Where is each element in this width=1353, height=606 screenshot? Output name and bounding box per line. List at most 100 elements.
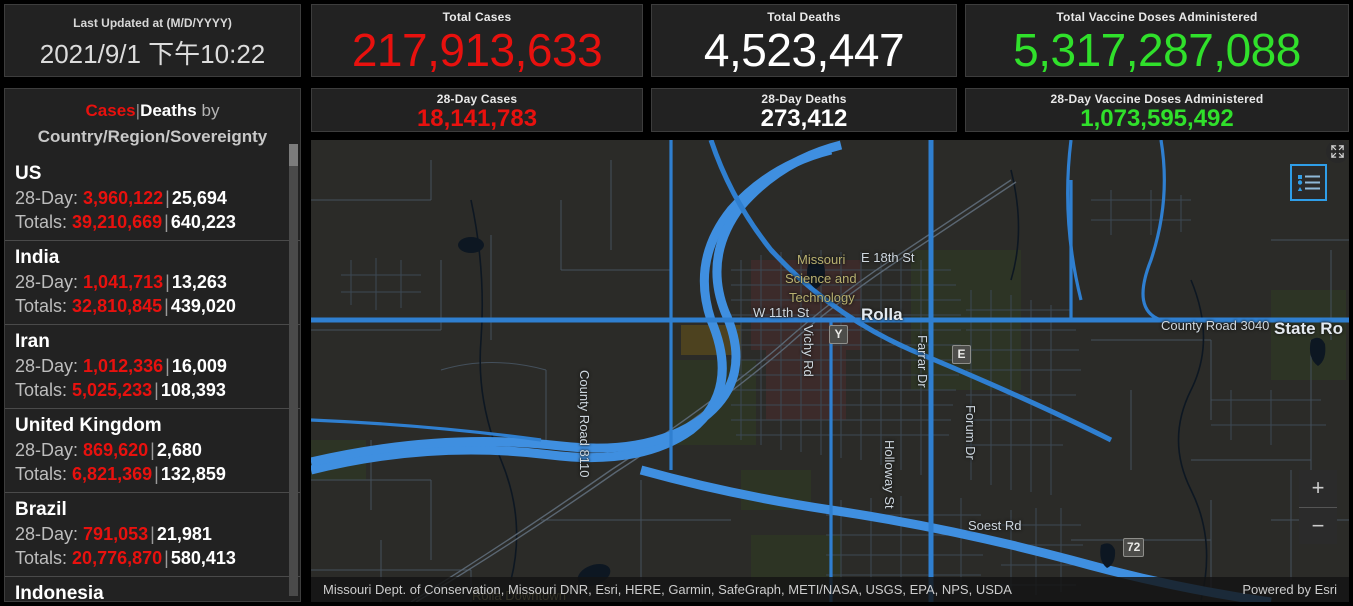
map-fullscreen-button[interactable] bbox=[1326, 140, 1349, 163]
value-separator: | bbox=[164, 296, 169, 316]
country-row[interactable]: Indonesia bbox=[5, 576, 300, 602]
country-name: Indonesia bbox=[15, 583, 104, 602]
total-vaccine-doses-title: Total Vaccine Doses Administered bbox=[1056, 10, 1258, 24]
map-powered-by-esri[interactable]: Powered by Esri bbox=[1242, 582, 1337, 597]
28-day-deaths-title: 28-Day Deaths bbox=[761, 91, 847, 106]
country-totals-line: Totals: 39,210,669 | 640,223 bbox=[15, 210, 300, 234]
28day-cases-value: 3,960,122 bbox=[83, 188, 164, 208]
total-cases-value: 5,025,233 bbox=[72, 380, 153, 400]
country-name: US bbox=[15, 163, 42, 184]
country-row[interactable]: United Kingdom 28-Day: 869,620 | 2,680 Total… bbox=[5, 408, 300, 492]
country-name: Brazil bbox=[15, 499, 67, 520]
28-day-cases-title: 28-Day Cases bbox=[436, 91, 518, 106]
header-by-label: by bbox=[201, 101, 220, 120]
28day-deaths-value: 21,981 bbox=[156, 524, 212, 544]
country-list-panel: Cases | Deaths by Country/Region/Sovereign… bbox=[4, 88, 301, 602]
country-list-header: Cases|Deaths by Country/Region/Sovereign… bbox=[5, 89, 300, 157]
header-scope-label: Country/Region/Sovereignty bbox=[37, 127, 268, 146]
total-deaths-value: 640,223 bbox=[170, 212, 236, 232]
total-deaths-value: 108,393 bbox=[160, 380, 226, 400]
header-deaths-label: Deaths bbox=[140, 101, 197, 120]
map-zoom-in-button[interactable]: + bbox=[1299, 470, 1337, 508]
country-list-scrollbar[interactable] bbox=[289, 144, 298, 596]
country-totals-line: Totals: 32,810,845 | 439,020 bbox=[15, 294, 300, 318]
header-cases-label: Cases bbox=[85, 101, 136, 120]
value-separator: | bbox=[164, 212, 169, 232]
total-vaccine-doses-card: Total Vaccine Doses Administered 5,317,2… bbox=[965, 4, 1349, 77]
highway-shield: E bbox=[952, 345, 971, 364]
map-zoom-controls[interactable]: + − bbox=[1299, 470, 1337, 544]
total-deaths-title: Total Deaths bbox=[767, 10, 841, 24]
country-list[interactable]: US 28-Day: 3,960,122 | 25,694 Totals: 39,210… bbox=[5, 157, 300, 602]
total-cases-value: 217,913,633 bbox=[351, 24, 603, 76]
country-name: India bbox=[15, 247, 60, 268]
country-row[interactable]: India 28-Day: 1,041,713 | 13,263 Totals: 32,… bbox=[5, 240, 300, 324]
total-vaccine-doses-value: 5,317,287,088 bbox=[1013, 24, 1301, 76]
28-day-vaccine-doses-title: 28-Day Vaccine Doses Administered bbox=[1050, 91, 1264, 106]
total-cases-value: 20,776,870 bbox=[72, 548, 163, 568]
28-day-vaccine-doses-value: 1,073,595,492 bbox=[1080, 104, 1234, 132]
scrollbar-thumb[interactable] bbox=[289, 144, 298, 166]
highway-shield: 72 bbox=[1123, 538, 1145, 557]
28day-label: 28-Day: bbox=[15, 272, 79, 292]
28day-cases-value: 869,620 bbox=[83, 440, 149, 460]
total-cases-card: Total Cases 217,913,633 bbox=[311, 4, 643, 77]
totals-label: Totals: bbox=[15, 464, 68, 484]
total-cases-value: 6,821,369 bbox=[72, 464, 153, 484]
value-separator: | bbox=[150, 440, 155, 460]
map-zoom-out-button[interactable]: − bbox=[1299, 508, 1337, 545]
last-updated-value: 2021/9/1 下午10:22 bbox=[39, 39, 266, 69]
total-deaths-value: 132,859 bbox=[160, 464, 226, 484]
total-deaths-card: Total Deaths 4,523,447 bbox=[651, 4, 957, 77]
total-deaths-value: 439,020 bbox=[170, 296, 236, 316]
28day-deaths-value: 16,009 bbox=[171, 356, 227, 376]
28day-cases-value: 1,041,713 bbox=[83, 272, 164, 292]
value-separator: | bbox=[164, 548, 169, 568]
map-view[interactable]: .minor { stroke:#44505c; stroke-width:1;… bbox=[311, 140, 1349, 602]
totals-label: Totals: bbox=[15, 296, 68, 316]
total-cases-title: Total Cases bbox=[442, 10, 512, 24]
28day-deaths-value: 2,680 bbox=[156, 440, 202, 460]
country-row[interactable]: Brazil 28-Day: 791,053 | 21,981 Totals: 20,7… bbox=[5, 492, 300, 576]
value-separator: | bbox=[165, 188, 170, 208]
country-28day-line: 28-Day: 3,960,122 | 25,694 bbox=[15, 186, 300, 210]
totals-label: Totals: bbox=[15, 548, 68, 568]
value-separator: | bbox=[154, 380, 159, 400]
28day-label: 28-Day: bbox=[15, 188, 79, 208]
28-day-cases-card: 28-Day Cases 18,141,783 bbox=[311, 88, 643, 132]
value-separator: | bbox=[154, 464, 159, 484]
value-separator: | bbox=[165, 272, 170, 292]
country-28day-line: 28-Day: 791,053 | 21,981 bbox=[15, 522, 300, 546]
28-day-cases-value: 18,141,783 bbox=[416, 104, 538, 132]
country-28day-line: 28-Day: 869,620 | 2,680 bbox=[15, 438, 300, 462]
value-separator: | bbox=[150, 524, 155, 544]
total-cases-value: 39,210,669 bbox=[72, 212, 163, 232]
map-attribution-text: Missouri Dept. of Conservation, Missouri… bbox=[323, 582, 1012, 597]
map-legend-button[interactable] bbox=[1290, 164, 1327, 201]
28day-deaths-value: 13,263 bbox=[171, 272, 227, 292]
country-28day-line: 28-Day: 1,041,713 | 13,263 bbox=[15, 270, 300, 294]
28day-label: 28-Day: bbox=[15, 524, 79, 544]
totals-label: Totals: bbox=[15, 380, 68, 400]
country-row[interactable]: US 28-Day: 3,960,122 | 25,694 Totals: 39,210… bbox=[5, 157, 300, 240]
fullscreen-expand-icon bbox=[1331, 145, 1344, 158]
28day-label: 28-Day: bbox=[15, 356, 79, 376]
country-totals-line: Totals: 6,821,369 | 132,859 bbox=[15, 462, 300, 486]
country-totals-line: Totals: 20,776,870 | 580,413 bbox=[15, 546, 300, 570]
total-deaths-value: 4,523,447 bbox=[703, 24, 905, 76]
map-vector-layer: .minor { stroke:#44505c; stroke-width:1;… bbox=[311, 140, 1349, 602]
map-canvas[interactable]: .minor { stroke:#44505c; stroke-width:1;… bbox=[311, 140, 1349, 602]
28day-deaths-value: 25,694 bbox=[171, 188, 227, 208]
highway-shield: Y bbox=[829, 325, 848, 344]
28-day-deaths-value: 273,412 bbox=[760, 104, 848, 132]
28day-cases-value: 791,053 bbox=[83, 524, 149, 544]
country-row[interactable]: Iran 28-Day: 1,012,336 | 16,009 Totals: 5,02… bbox=[5, 324, 300, 408]
28day-cases-value: 1,012,336 bbox=[83, 356, 164, 376]
total-cases-value: 32,810,845 bbox=[72, 296, 163, 316]
total-deaths-value: 580,413 bbox=[170, 548, 236, 568]
country-name: United Kingdom bbox=[15, 415, 162, 436]
value-separator: | bbox=[165, 356, 170, 376]
country-name: Iran bbox=[15, 331, 50, 352]
covid-dashboard: Last Updated at (M/D/YYYY) 2021/9/1 下午10… bbox=[0, 0, 1353, 606]
last-updated-label: Last Updated at (M/D/YYYY) bbox=[73, 16, 232, 30]
